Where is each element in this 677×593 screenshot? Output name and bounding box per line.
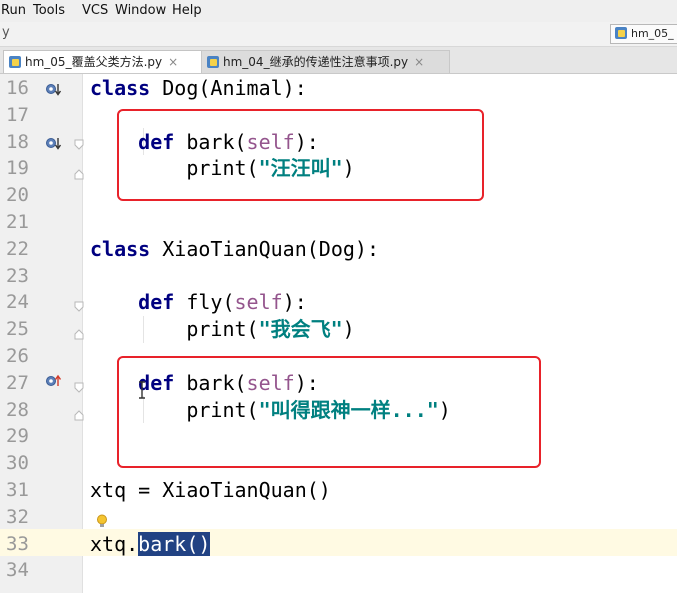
close-icon[interactable]: ×	[168, 55, 178, 69]
code-editor[interactable]: 16 class Dog(Animal): 17 18 def bark(self):…	[0, 74, 677, 593]
code-token: fly(	[174, 290, 235, 315]
nav-file-tab[interactable]: hm_05_	[610, 24, 677, 44]
highlight-box-overridden-bark	[117, 356, 541, 468]
line-number: 27	[6, 371, 29, 394]
python-file-icon	[207, 56, 219, 68]
tab-hm-05[interactable]: hm_05_覆盖父类方法.py ×	[3, 50, 205, 73]
line-number: 16	[6, 77, 29, 99]
breadcrumb[interactable]: y	[2, 25, 10, 40]
code-token: xtq.	[90, 531, 139, 556]
code-line[interactable]: class XiaoTianQuan(Dog):	[90, 236, 379, 263]
intention-bulb-icon[interactable]	[96, 514, 108, 529]
code-token: Dog(Animal):	[150, 76, 307, 100]
code-token: xtq = XiaoTianQuan()	[90, 478, 331, 502]
nav-file-label: hm_05_	[631, 27, 674, 40]
tab-label: hm_05_覆盖父类方法.py	[25, 55, 163, 69]
code-line[interactable]: class Dog(Animal):	[90, 75, 307, 102]
menu-window[interactable]: Window	[115, 3, 166, 18]
fold-end-icon[interactable]	[74, 168, 84, 180]
line-number: 22	[6, 237, 29, 260]
menu-run[interactable]: Run	[1, 3, 26, 18]
navigation-bar: y hm_05_	[0, 22, 677, 47]
fold-end-icon[interactable]	[74, 409, 84, 421]
line-number: 34	[6, 559, 29, 582]
line-number: 32	[6, 505, 29, 528]
code-line[interactable]: xtq = XiaoTianQuan()	[90, 477, 331, 504]
line-number: 28	[6, 398, 29, 421]
line-number: 29	[6, 425, 29, 448]
python-file-icon	[9, 56, 21, 68]
line-number: 18	[6, 130, 29, 153]
overriding-method-icon[interactable]	[45, 81, 61, 97]
line-number: 24	[6, 291, 29, 314]
selected-text: bark()	[138, 531, 211, 556]
menu-help[interactable]: Help	[172, 3, 202, 18]
line-number: 21	[6, 211, 29, 233]
fold-marker-icon[interactable]	[74, 301, 84, 313]
code-token: )	[342, 317, 355, 342]
code-token: def	[138, 290, 175, 315]
line-number: 17	[6, 103, 29, 126]
fold-marker-icon[interactable]	[74, 139, 84, 151]
overriding-method-icon[interactable]	[45, 135, 61, 151]
code-token: self	[234, 290, 283, 315]
code-token: print(	[90, 317, 259, 342]
tab-label: hm_04_继承的传递性注意事项.py	[223, 55, 409, 69]
overrides-method-icon[interactable]	[45, 373, 61, 389]
line-number: 33	[6, 532, 29, 555]
line-number: 19	[6, 157, 29, 180]
code-token: class	[90, 76, 151, 100]
code-token: class	[90, 236, 151, 261]
editor-tab-bar: hm_05_覆盖父类方法.py × hm_04_继承的传递性注意事项.py ×	[0, 47, 677, 74]
tab-hm-04[interactable]: hm_04_继承的传递性注意事项.py ×	[201, 50, 450, 73]
code-token: ):	[282, 290, 307, 315]
code-line[interactable]: print("我会飞")	[90, 316, 355, 343]
line-number: 31	[6, 479, 29, 501]
code-token: "我会飞"	[258, 317, 343, 342]
close-icon[interactable]: ×	[414, 55, 424, 69]
line-number: 26	[6, 345, 29, 367]
menu-tools[interactable]: Tools	[33, 3, 65, 18]
menu-vcs[interactable]: VCS	[82, 3, 108, 18]
fold-marker-icon[interactable]	[74, 382, 84, 394]
code-token: XiaoTianQuan(Dog):	[150, 236, 379, 261]
line-number: 23	[6, 264, 29, 287]
code-line[interactable]: def fly(self):	[90, 289, 307, 316]
code-line[interactable]: xtq.bark()	[90, 531, 211, 558]
line-number: 25	[6, 318, 29, 341]
fold-end-icon[interactable]	[74, 328, 84, 340]
line-number: 30	[6, 452, 29, 475]
python-file-icon	[615, 27, 627, 39]
menu-bar: Run Tools VCS Window Help	[0, 0, 677, 22]
line-number: 20	[6, 184, 29, 207]
highlight-box-parent-bark	[117, 109, 484, 201]
